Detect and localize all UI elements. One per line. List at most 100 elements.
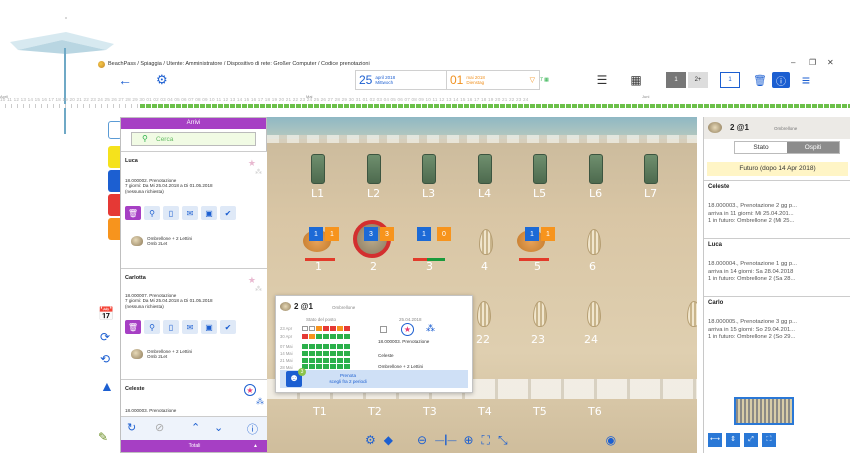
tab-blue[interactable] (108, 170, 120, 192)
occupied-line (413, 258, 427, 261)
trash-icon[interactable]: 🗑 (125, 320, 141, 334)
cabin[interactable] (311, 154, 325, 184)
guest-name: Celeste (125, 386, 145, 392)
info-icon[interactable]: ⓘ (772, 72, 790, 88)
restore-button[interactable]: ❐ (809, 58, 816, 67)
umbrella-thumb-icon (708, 122, 722, 133)
eye-icon[interactable]: ◉ (606, 433, 616, 447)
search-input[interactable]: ⚲ Cerca (131, 132, 256, 146)
date-to-selector[interactable]: 01 mai 2018 Dienstag ▽ (446, 70, 540, 90)
book-button[interactable]: ☻ 3 Prenota scegli fra 2 periodi (280, 368, 468, 388)
pencil-icon[interactable]: ✎ (98, 430, 108, 444)
cabin-label: L6 (589, 187, 603, 200)
star-icon[interactable]: ★ (244, 384, 256, 396)
cabin[interactable] (589, 154, 603, 184)
chevron-up-icon[interactable]: ⌃ (191, 421, 200, 434)
arrival-card[interactable]: Celeste ★ ⁂ 18.000003. Prenotazione (121, 379, 268, 419)
star-icon[interactable]: ★ (401, 323, 414, 336)
tab-red[interactable] (108, 194, 120, 216)
guest-entry[interactable]: Celeste 18.000003., Prenotazione 2 gg p.… (704, 180, 850, 238)
double-check-icon[interactable]: ✔ (220, 320, 236, 334)
trash-icon[interactable]: 🗑 (752, 72, 768, 88)
tab-ospiti[interactable]: Ospiti (787, 142, 839, 153)
tab-stato[interactable]: Stato (735, 142, 787, 153)
fit-height-icon[interactable]: ⇕ (726, 433, 740, 447)
status-badge: 1 (417, 227, 431, 241)
timeline-occupancy-bar (140, 104, 850, 108)
minimap[interactable] (734, 397, 794, 425)
clock-back-icon[interactable]: ⟲ (100, 352, 110, 366)
expand-icon[interactable]: ⤢ (744, 433, 758, 447)
double-check-icon[interactable]: ✔ (220, 206, 236, 220)
cabin[interactable] (533, 154, 547, 184)
totals-bar[interactable]: Totali ▲ (121, 440, 268, 452)
tab-orange[interactable] (108, 218, 120, 240)
guest-entry[interactable]: Luca 18.000004., Prenotazione 1 gg p... … (704, 238, 850, 296)
week-cells (302, 358, 350, 363)
chevron-down-icon[interactable]: ⌄ (214, 421, 223, 434)
gear-icon[interactable]: ⚙ (365, 433, 376, 447)
phone-icon[interactable]: ▯ (163, 206, 179, 220)
umbrella-spot[interactable] (587, 229, 601, 255)
one-button[interactable]: 1 (720, 72, 740, 88)
location-icon[interactable]: ⚲ (144, 206, 160, 220)
id-card-icon[interactable]: ▣ (201, 320, 217, 334)
menu-icon[interactable]: ≡ (797, 72, 815, 88)
tab-yellow[interactable] (108, 146, 120, 168)
list-view-icon[interactable]: ☰ (592, 72, 612, 88)
collapse-icon[interactable]: ⤡ (498, 433, 508, 448)
clock-forward-icon[interactable]: ⟳ (100, 330, 110, 344)
cabin[interactable] (644, 154, 658, 184)
umbrella-spot[interactable] (587, 301, 601, 327)
hide-icon[interactable]: ⊘ (155, 421, 164, 434)
cabin[interactable] (367, 154, 381, 184)
trash-icon[interactable]: 🗑 (125, 206, 141, 220)
fit-width-icon[interactable]: ⟷ (708, 433, 722, 447)
mail-icon[interactable]: ✉ (182, 320, 198, 334)
fit-icon[interactable]: ⛶ (482, 433, 490, 448)
checkbox[interactable] (380, 326, 387, 333)
zoom-in-icon[interactable]: ⊕ (463, 433, 473, 447)
cabin[interactable] (422, 154, 436, 184)
zoom-slider[interactable]: —┃— (435, 435, 456, 446)
days-mai: 01 02 03 04 05 06 07 08 09 10 11 12 13 1… (146, 97, 362, 102)
layers-icon[interactable]: ◆ (384, 433, 393, 447)
guest-entry[interactable]: Carlo 18.000005., Prenotazione 3 gg p...… (704, 296, 850, 354)
mail-icon[interactable]: ✉ (182, 206, 198, 220)
arrival-card[interactable]: Carlotta ★ ⁂ 18.000007. Prenotazione 7 g… (121, 268, 268, 379)
grid-view-icon[interactable]: ▦ (626, 72, 646, 88)
close-button[interactable]: ✕ (827, 58, 834, 67)
umbrella-spot[interactable] (479, 229, 493, 255)
info-icon[interactable]: ⓘ (247, 421, 258, 437)
umbrella-spot[interactable] (533, 301, 547, 327)
zoom-out-icon[interactable]: ⊖ (417, 433, 427, 447)
spot-label: T5 (533, 405, 547, 418)
back-arrow-icon[interactable]: ← (118, 72, 132, 88)
fullscreen-icon[interactable]: ⛶ (762, 433, 776, 447)
status-badge: 3 (380, 227, 394, 241)
navigate-arrow-icon[interactable]: ▲ (100, 378, 114, 394)
phone-icon[interactable]: ▯ (163, 320, 179, 334)
id-card-icon[interactable]: ▣ (201, 206, 217, 220)
minimize-button[interactable]: – (791, 58, 795, 67)
timeline-days: 10 11 12 13 14 15 16 17 18 19 20 21 22 2… (0, 97, 850, 102)
people-1-button[interactable]: 1 (666, 72, 686, 88)
people-2plus-button[interactable]: 2+ (688, 72, 708, 88)
booked-item: Ombrellone + 2 Lettini Omb 2Let (147, 236, 192, 246)
calendar-timeline[interactable]: April Mai Juni 10 11 12 13 14 15 16 17 1… (0, 94, 850, 108)
location-icon[interactable]: ⚲ (144, 320, 160, 334)
refresh-icon[interactable]: ↻ (127, 421, 136, 434)
umbrella-spot[interactable] (687, 301, 697, 327)
gear-icon[interactable]: ⚙ (156, 72, 168, 88)
guest-booking: 18.000005., Prenotazione 3 gg p... (708, 319, 797, 325)
arrival-card[interactable]: Luca ★ ⁂ 18.000002. Prenotazione 7 giorn… (121, 151, 268, 268)
beach-map[interactable]: L1 L2 L3 L4 L5 L6 L7 1 1 3 3 1 0 1 1 1 2… (267, 117, 697, 453)
title-bar: BeachPass / Spiaggia / Utente: Amministr… (98, 58, 850, 70)
date-to-weekday: Dienstag (466, 80, 485, 85)
booking-info: 18.000007. Prenotazione 7 giorni: Da Mi … (125, 293, 213, 309)
umbrella-spot[interactable] (477, 301, 491, 327)
future-filter[interactable]: Futuro (dopo 14 Apr 2018) (707, 162, 848, 176)
calendar-icon[interactable]: 📅 (98, 306, 114, 322)
arrivals-panel: Arrivi ⚲ Cerca Luca ★ ⁂ 18.000002. Preno… (120, 117, 268, 453)
cabin[interactable] (478, 154, 492, 184)
